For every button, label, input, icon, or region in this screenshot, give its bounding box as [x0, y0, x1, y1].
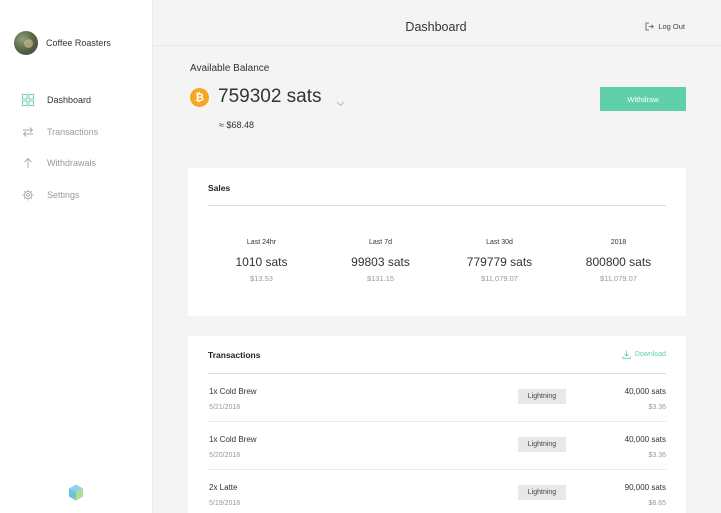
sidebar-item-label: Withdrawals [47, 158, 97, 168]
sidebar-item-label: Transactions [47, 126, 99, 137]
sidebar-item-withdrawals[interactable]: Withdrawals [22, 156, 98, 170]
status-badge: Lightning [518, 485, 566, 500]
sidebar-nav: Dashboard Transactions Withdrawals Setti… [22, 93, 98, 219]
sales-stats: Last 24hr 1010 sats $13.53 Last 7d 99803… [202, 239, 692, 283]
sidebar-item-label: Settings [47, 189, 80, 200]
grid-icon [22, 94, 34, 106]
stat-sats: 99803 sats [351, 255, 410, 269]
tx-sats: 40,000 sats [624, 435, 666, 444]
sales-stat: Last 30d 779779 sats $11,079.07 [440, 239, 559, 283]
logout-button[interactable]: Log Out [645, 22, 685, 31]
stat-fiat: $131.15 [366, 274, 395, 283]
tx-date: 5/21/2018 [209, 404, 241, 411]
logout-icon [645, 22, 655, 31]
stat-sats: 779779 sats [466, 255, 533, 269]
status-badge: Lightning [518, 389, 566, 404]
transactions-title: Transactions [208, 350, 261, 360]
gear-icon [22, 189, 34, 201]
download-button[interactable]: Download [622, 350, 666, 359]
sales-title: Sales [208, 183, 231, 193]
tx-fiat: $3.36 [648, 452, 666, 459]
stat-period: Last 24hr [246, 239, 277, 246]
tx-description: 1x Cold Brew [209, 387, 257, 396]
stat-sats: 1010 sats [235, 255, 288, 269]
withdraw-button[interactable]: Withdraw [600, 87, 686, 111]
sales-card: Sales Last 24hr 1010 sats $13.53 Last 7d… [188, 168, 686, 316]
table-row[interactable]: 2x Latte 5/19/2018 Lightning 90,000 sats… [208, 470, 666, 513]
tx-date: 5/20/2018 [209, 452, 241, 459]
top-bar: Dashboard Log Out [154, 0, 721, 46]
sales-stat: 2018 800800 sats $11,079.07 [559, 239, 678, 283]
swap-arrows-icon [22, 126, 34, 138]
transactions-card: Transactions Download 1x Cold Brew 5/21/… [188, 336, 686, 513]
stat-sats: 800800 sats [585, 255, 652, 269]
sales-stat: Last 24hr 1010 sats $13.53 [202, 239, 321, 283]
hexagon-logo-icon [68, 484, 84, 501]
sales-stat: Last 7d 99803 sats $131.15 [321, 239, 440, 283]
page-title: Dashboard [405, 20, 467, 34]
merchant-name: Coffee Roasters [46, 38, 111, 48]
download-icon [622, 350, 631, 359]
divider [208, 205, 666, 206]
avatar [14, 31, 38, 55]
sidebar-item-dashboard[interactable]: Dashboard [22, 93, 98, 107]
balance-fiat: ≈ $68.48 [219, 120, 254, 130]
transactions-list: 1x Cold Brew 5/21/2018 Lightning 40,000 … [208, 374, 666, 513]
tx-sats: 40,000 sats [624, 387, 666, 396]
sidebar: Coffee Roasters Dashboard Transactions W… [0, 0, 153, 513]
chevron-down-icon[interactable] [336, 94, 345, 112]
balance-label: Available Balance [190, 63, 270, 74]
bitcoin-icon: ₿ [190, 88, 209, 107]
sidebar-item-settings[interactable]: Settings [22, 188, 98, 202]
stat-period: Last 30d [486, 239, 513, 246]
tx-description: 1x Cold Brew [209, 435, 257, 444]
tx-description: 2x Latte [209, 483, 238, 492]
table-row[interactable]: 1x Cold Brew 5/21/2018 Lightning 40,000 … [208, 374, 666, 422]
stat-fiat: $11,079.07 [481, 274, 518, 283]
sidebar-item-transactions[interactable]: Transactions [22, 125, 98, 139]
merchant-profile[interactable]: Coffee Roasters [14, 31, 111, 55]
download-label: Download [634, 351, 666, 358]
tx-fiat: $3.36 [648, 404, 666, 411]
status-badge: Lightning [518, 437, 566, 452]
balance-amount: 759302 sats [218, 86, 322, 107]
stat-period: Last 7d [369, 239, 392, 246]
stat-period: 2018 [610, 239, 627, 246]
tx-sats: 90,000 sats [624, 483, 666, 492]
logout-label: Log Out [658, 22, 685, 31]
arrow-up-icon [22, 157, 34, 169]
tx-date: 5/19/2018 [209, 500, 241, 507]
tx-fiat: $8.65 [648, 500, 666, 507]
stat-fiat: $13.53 [250, 274, 273, 283]
sidebar-item-label: Dashboard [47, 95, 92, 105]
table-row[interactable]: 1x Cold Brew 5/20/2018 Lightning 40,000 … [208, 422, 666, 470]
stat-fiat: $11,079.07 [600, 274, 637, 283]
